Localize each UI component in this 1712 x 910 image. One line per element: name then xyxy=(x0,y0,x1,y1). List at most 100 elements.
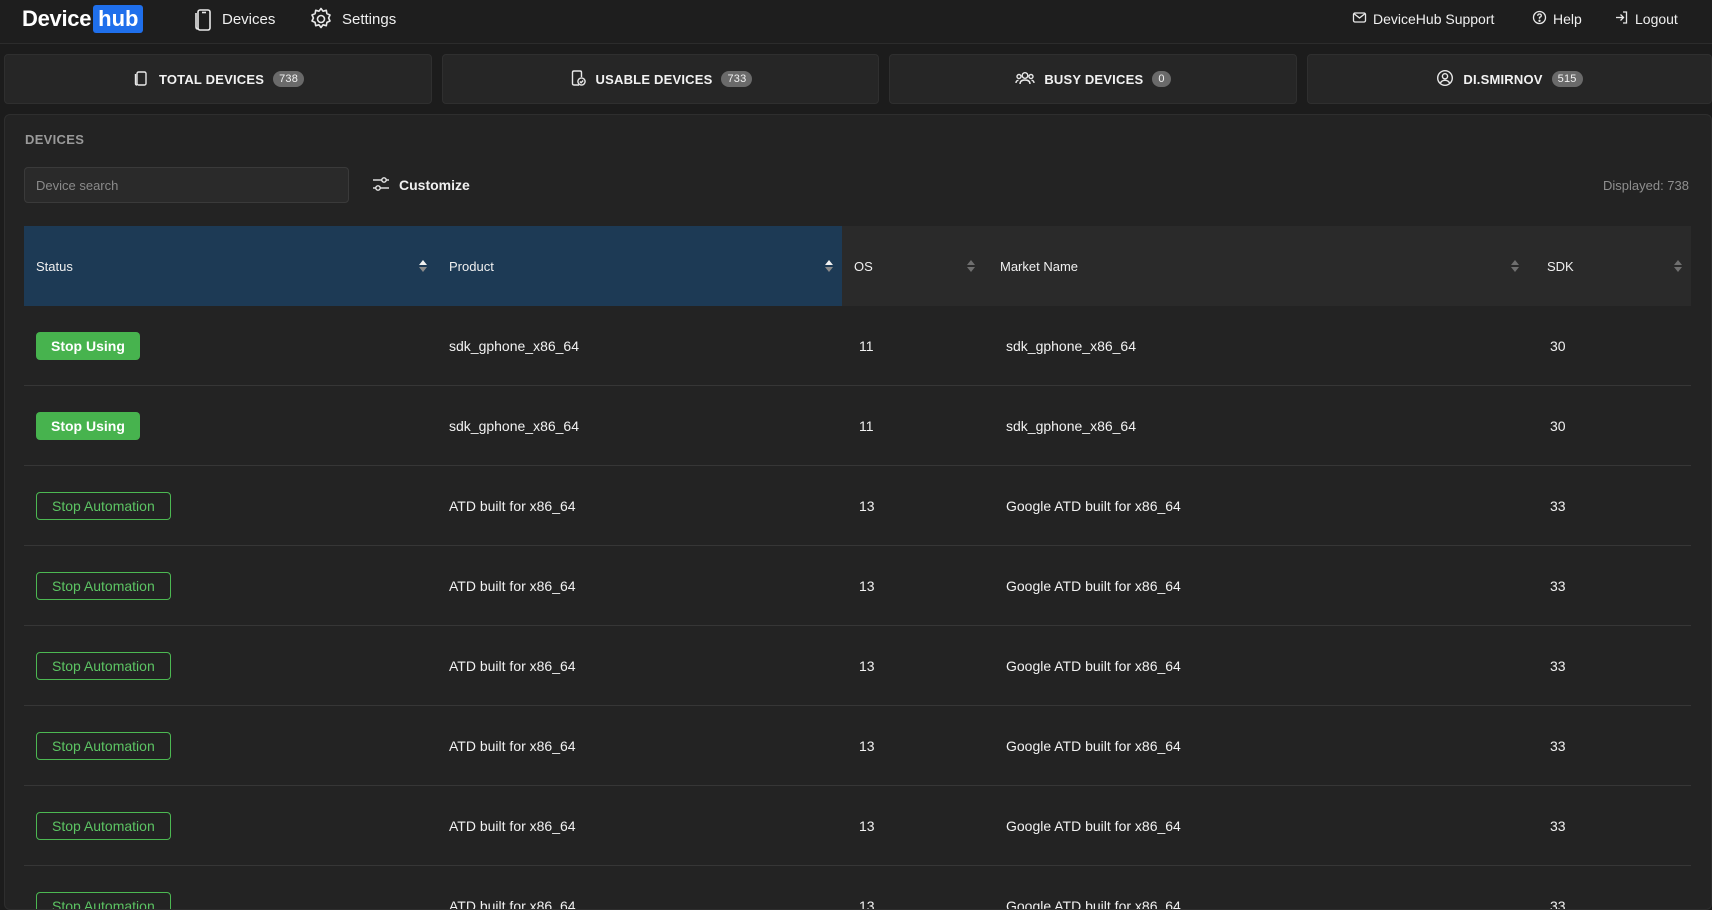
table-row[interactable]: Stop Automation ATD built for x86_64 13 … xyxy=(24,786,1691,866)
table-row[interactable]: Stop Automation ATD built for x86_64 13 … xyxy=(24,866,1691,910)
stop-automation-button[interactable]: Stop Automation xyxy=(36,811,171,840)
sdk-cell: 30 xyxy=(1550,417,1566,434)
stat-label: DI.SMIRNOV xyxy=(1463,71,1543,87)
help-link[interactable]: Help xyxy=(1532,9,1582,29)
os-cell: 11 xyxy=(859,337,874,354)
sdk-cell: 33 xyxy=(1550,897,1566,910)
table-row[interactable]: Stop Automation ATD built for x86_64 13 … xyxy=(24,626,1691,706)
nav-devices[interactable]: Devices xyxy=(192,6,275,32)
devicehub-support-link[interactable]: DeviceHub Support xyxy=(1352,9,1494,29)
market-name-cell: Google ATD built for x86_64 xyxy=(1006,657,1181,674)
status-cell: Stop Automation xyxy=(36,466,171,545)
sort-icon xyxy=(1511,260,1519,272)
sdk-cell: 33 xyxy=(1550,497,1566,514)
stop-using-button[interactable]: Stop Using xyxy=(36,411,140,440)
column-header-sdk[interactable]: SDK xyxy=(1527,226,1691,306)
logout-icon xyxy=(1614,10,1629,28)
customize-label: Customize xyxy=(399,177,470,193)
users-icon xyxy=(1015,69,1036,90)
sort-icon xyxy=(1674,260,1682,272)
product-cell: ATD built for x86_64 xyxy=(449,897,576,910)
sdk-cell: 30 xyxy=(1550,337,1566,354)
column-label: Product xyxy=(449,258,494,274)
market-name-cell: sdk_gphone_x86_64 xyxy=(1006,417,1137,434)
stat-total-devices[interactable]: TOTAL DEVICES 738 xyxy=(4,54,432,104)
column-label: OS xyxy=(854,258,873,274)
status-cell: Stop Using xyxy=(36,306,140,385)
sdk-cell: 33 xyxy=(1550,737,1566,754)
column-label: Market Name xyxy=(1000,258,1079,274)
table-header: Status Product OS Market Name SDK xyxy=(24,226,1691,306)
devicehub-logo[interactable]: Device hub xyxy=(22,5,144,33)
help-icon xyxy=(1532,10,1547,28)
table-row[interactable]: Stop Automation ATD built for x86_64 13 … xyxy=(24,706,1691,786)
panel-title: DEVICES xyxy=(25,132,85,147)
stat-busy-devices[interactable]: BUSY DEVICES 0 xyxy=(889,54,1297,104)
sort-asc-icon xyxy=(825,260,833,272)
logo-text-hub: hub xyxy=(93,5,144,33)
column-header-product[interactable]: Product xyxy=(437,226,842,306)
support-label: DeviceHub Support xyxy=(1373,11,1495,27)
market-name-cell: Google ATD built for x86_64 xyxy=(1006,817,1181,834)
market-name-cell: Google ATD built for x86_64 xyxy=(1006,577,1181,594)
displayed-count: Displayed: 738 xyxy=(1603,178,1689,193)
os-cell: 13 xyxy=(859,577,875,594)
status-cell: Stop Automation xyxy=(36,546,171,625)
device-search-input[interactable] xyxy=(24,167,349,203)
stop-using-button[interactable]: Stop Using xyxy=(36,331,140,360)
column-label: Status xyxy=(36,258,73,274)
user-circle-icon xyxy=(1436,69,1454,90)
stop-automation-button[interactable]: Stop Automation xyxy=(36,571,171,600)
count-badge: 733 xyxy=(721,71,753,87)
logout-label: Logout xyxy=(1635,11,1678,27)
os-cell: 13 xyxy=(859,897,875,910)
product-cell: ATD built for x86_64 xyxy=(449,497,576,514)
sort-icon xyxy=(967,260,975,272)
gear-icon xyxy=(308,6,334,32)
sdk-cell: 33 xyxy=(1550,817,1566,834)
help-label: Help xyxy=(1553,11,1582,27)
table-row[interactable]: Stop Using sdk_gphone_x86_64 11 sdk_gpho… xyxy=(24,386,1691,466)
status-cell: Stop Automation xyxy=(36,626,171,705)
sdk-cell: 33 xyxy=(1550,577,1566,594)
product-cell: ATD built for x86_64 xyxy=(449,577,576,594)
stat-label: TOTAL DEVICES xyxy=(158,71,265,87)
logout-link[interactable]: Logout xyxy=(1614,9,1678,29)
column-header-os[interactable]: OS xyxy=(842,226,984,306)
table-row[interactable]: Stop Automation ATD built for x86_64 13 … xyxy=(24,466,1691,546)
table-row[interactable]: Stop Using sdk_gphone_x86_64 11 sdk_gpho… xyxy=(24,306,1691,386)
stat-label: USABLE DEVICES xyxy=(595,71,713,87)
mail-icon xyxy=(1352,10,1367,28)
nav-devices-label: Devices xyxy=(222,10,276,28)
os-cell: 13 xyxy=(859,737,875,754)
status-cell: Stop Automation xyxy=(36,786,171,865)
product-cell: ATD built for x86_64 xyxy=(449,657,576,674)
stop-automation-button[interactable]: Stop Automation xyxy=(36,891,171,909)
market-name-cell: sdk_gphone_x86_64 xyxy=(1006,337,1137,354)
status-cell: Stop Automation xyxy=(36,866,171,909)
column-header-status[interactable]: Status xyxy=(24,226,437,306)
nav-settings[interactable]: Settings xyxy=(308,6,396,32)
product-cell: ATD built for x86_64 xyxy=(449,737,576,754)
column-header-market-name[interactable]: Market Name xyxy=(984,226,1527,306)
product-cell: ATD built for x86_64 xyxy=(449,817,576,834)
os-cell: 11 xyxy=(859,417,874,434)
stat-current-user[interactable]: DI.SMIRNOV 515 xyxy=(1307,54,1712,104)
table-row[interactable]: Stop Automation ATD built for x86_64 13 … xyxy=(24,546,1691,626)
os-cell: 13 xyxy=(859,817,875,834)
product-cell: sdk_gphone_x86_64 xyxy=(449,337,580,354)
stop-automation-button[interactable]: Stop Automation xyxy=(36,651,171,680)
os-cell: 13 xyxy=(859,497,875,514)
count-badge: 515 xyxy=(1551,71,1583,87)
count-badge: 738 xyxy=(273,71,305,87)
stat-usable-devices[interactable]: USABLE DEVICES 733 xyxy=(442,54,879,104)
top-navbar: Device hub Devices Settings DeviceHub Su… xyxy=(0,0,1712,44)
market-name-cell: Google ATD built for x86_64 xyxy=(1006,737,1181,754)
phone-check-icon xyxy=(569,69,587,90)
stop-automation-button[interactable]: Stop Automation xyxy=(36,731,171,760)
nav-settings-label: Settings xyxy=(342,10,397,28)
sliders-icon xyxy=(371,175,391,196)
customize-button[interactable]: Customize xyxy=(371,173,470,197)
os-cell: 13 xyxy=(859,657,875,674)
stop-automation-button[interactable]: Stop Automation xyxy=(36,491,171,520)
